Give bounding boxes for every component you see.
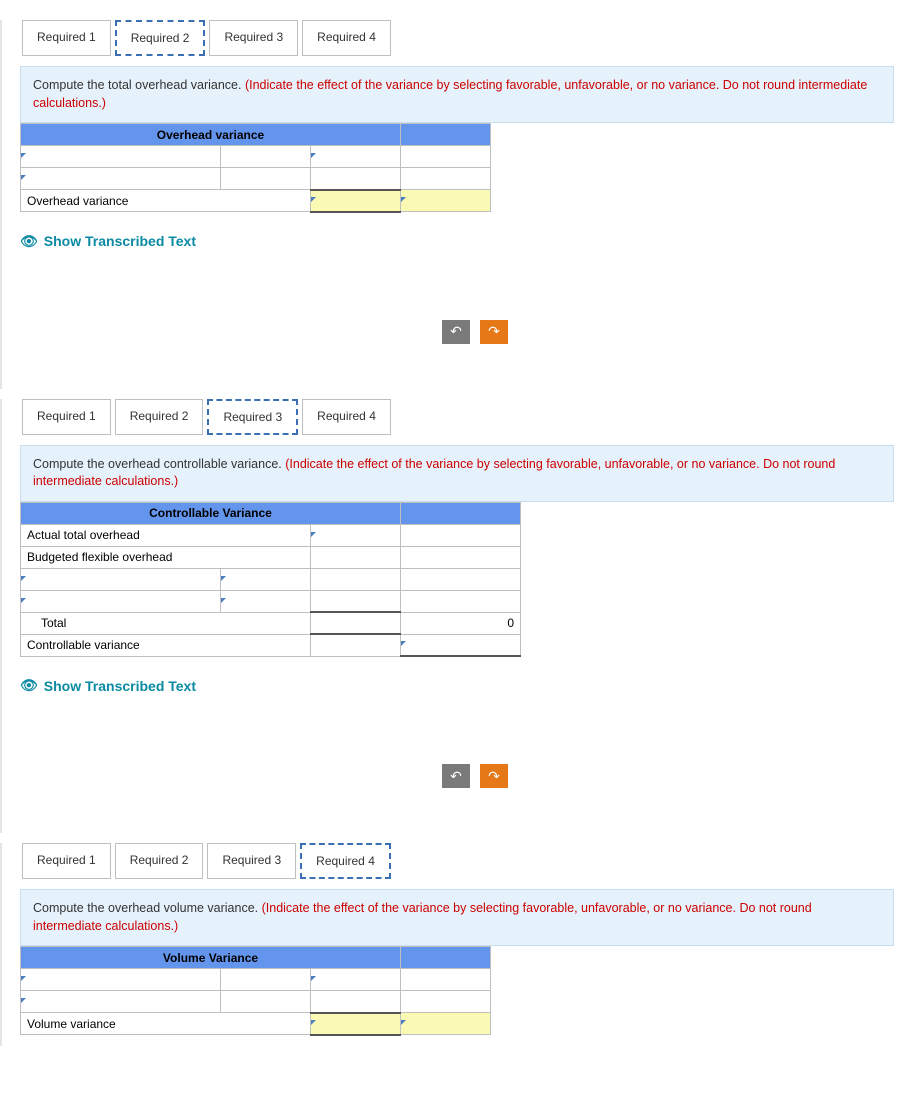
row-result[interactable] [311,1013,401,1035]
instruction: Compute the overhead controllable varian… [20,445,894,502]
row-input[interactable] [221,590,311,612]
tab-required-3[interactable]: Required 3 [209,20,298,56]
nav-buttons: ↶ ↷ [442,764,912,788]
row-input[interactable] [401,568,521,590]
row-result[interactable] [311,190,401,212]
nav-back-button[interactable]: ↶ [442,320,470,344]
row-input[interactable] [401,546,521,568]
tab-required-4[interactable]: Required 4 [302,20,391,56]
tabs: Required 1 Required 2 Required 3 Require… [22,399,912,435]
row-blank[interactable] [221,991,311,1013]
tabs: Required 1 Required 2 Required 3 Require… [22,20,912,56]
eye-icon: 👁 [20,233,38,250]
instruction-text: Compute the overhead volume variance. [33,901,262,915]
tab-required-2[interactable]: Required 2 [115,843,204,879]
row-input[interactable] [401,524,521,546]
row-label: Actual total overhead [21,524,311,546]
row-select[interactable] [401,1013,491,1035]
tabs: Required 1 Required 2 Required 3 Require… [22,843,912,879]
nav-buttons: ↶ ↷ [442,320,912,344]
nav-back-button[interactable]: ↶ [442,764,470,788]
section-controllable-variance: Required 1 Required 2 Required 3 Require… [0,399,912,834]
row-label: Controllable variance [21,634,311,656]
tab-required-4[interactable]: Required 4 [302,399,391,435]
row-input[interactable] [311,590,401,612]
row-input[interactable] [401,168,491,190]
nav-forward-button[interactable]: ↷ [480,320,508,344]
table-header: Volume Variance [21,947,401,969]
show-transcribed-link[interactable]: 👁 Show Transcribed Text [20,677,912,694]
row-input[interactable] [401,991,491,1013]
instruction: Compute the overhead volume variance. (I… [20,889,894,946]
row-select[interactable] [401,190,491,212]
row-input[interactable] [401,146,491,168]
tab-required-1[interactable]: Required 1 [22,399,111,435]
row-select[interactable] [401,634,521,656]
show-transcribed-link[interactable]: 👁 Show Transcribed Text [20,233,912,250]
row-input[interactable] [311,991,401,1013]
eye-icon: 👁 [20,677,38,694]
volume-variance-table: Volume Variance Volume variance [20,946,491,1036]
table-header: Overhead variance [21,124,401,146]
table-header-blank [401,124,491,146]
tab-required-3[interactable]: Required 3 [207,843,296,879]
table-header-blank [401,947,491,969]
row-blank[interactable] [221,146,311,168]
tab-required-2[interactable]: Required 2 [115,20,206,56]
tab-required-3[interactable]: Required 3 [207,399,298,435]
row-total-value: 0 [401,612,521,634]
row-label[interactable] [21,146,221,168]
row-input[interactable] [311,146,401,168]
row-label-total: Total [21,612,311,634]
overhead-variance-table: Overhead variance Overhead variance [20,123,491,213]
tab-required-1[interactable]: Required 1 [22,843,111,879]
row-label: Volume variance [21,1013,311,1035]
tab-required-4[interactable]: Required 4 [300,843,391,879]
row-label[interactable] [21,969,221,991]
table-header-blank [401,502,521,524]
section-overhead-variance: Required 1 Required 2 Required 3 Require… [0,20,912,389]
row-label[interactable] [21,168,221,190]
instruction-text: Compute the overhead controllable varian… [33,457,285,471]
show-transcribed-label: Show Transcribed Text [44,678,196,694]
row-label: Budgeted flexible overhead [21,546,311,568]
instruction: Compute the total overhead variance. (In… [20,66,894,123]
instruction-text: Compute the total overhead variance. [33,78,245,92]
row-input[interactable] [401,969,491,991]
row-label: Overhead variance [21,190,311,212]
controllable-variance-table: Controllable Variance Actual total overh… [20,502,521,658]
row-input[interactable] [221,568,311,590]
row-label[interactable] [21,568,221,590]
row-input[interactable] [311,969,401,991]
nav-forward-button[interactable]: ↷ [480,764,508,788]
row-input[interactable] [311,612,401,634]
row-input[interactable] [311,168,401,190]
row-blank[interactable] [221,168,311,190]
tab-required-1[interactable]: Required 1 [22,20,111,56]
row-input[interactable] [311,546,401,568]
section-volume-variance: Required 1 Required 2 Required 3 Require… [0,843,912,1046]
show-transcribed-label: Show Transcribed Text [44,233,196,249]
row-blank[interactable] [221,969,311,991]
table-header: Controllable Variance [21,502,401,524]
row-input[interactable] [311,634,401,656]
tab-required-2[interactable]: Required 2 [115,399,204,435]
row-label[interactable] [21,590,221,612]
row-input[interactable] [311,568,401,590]
row-input[interactable] [311,524,401,546]
row-label[interactable] [21,991,221,1013]
row-input[interactable] [401,590,521,612]
